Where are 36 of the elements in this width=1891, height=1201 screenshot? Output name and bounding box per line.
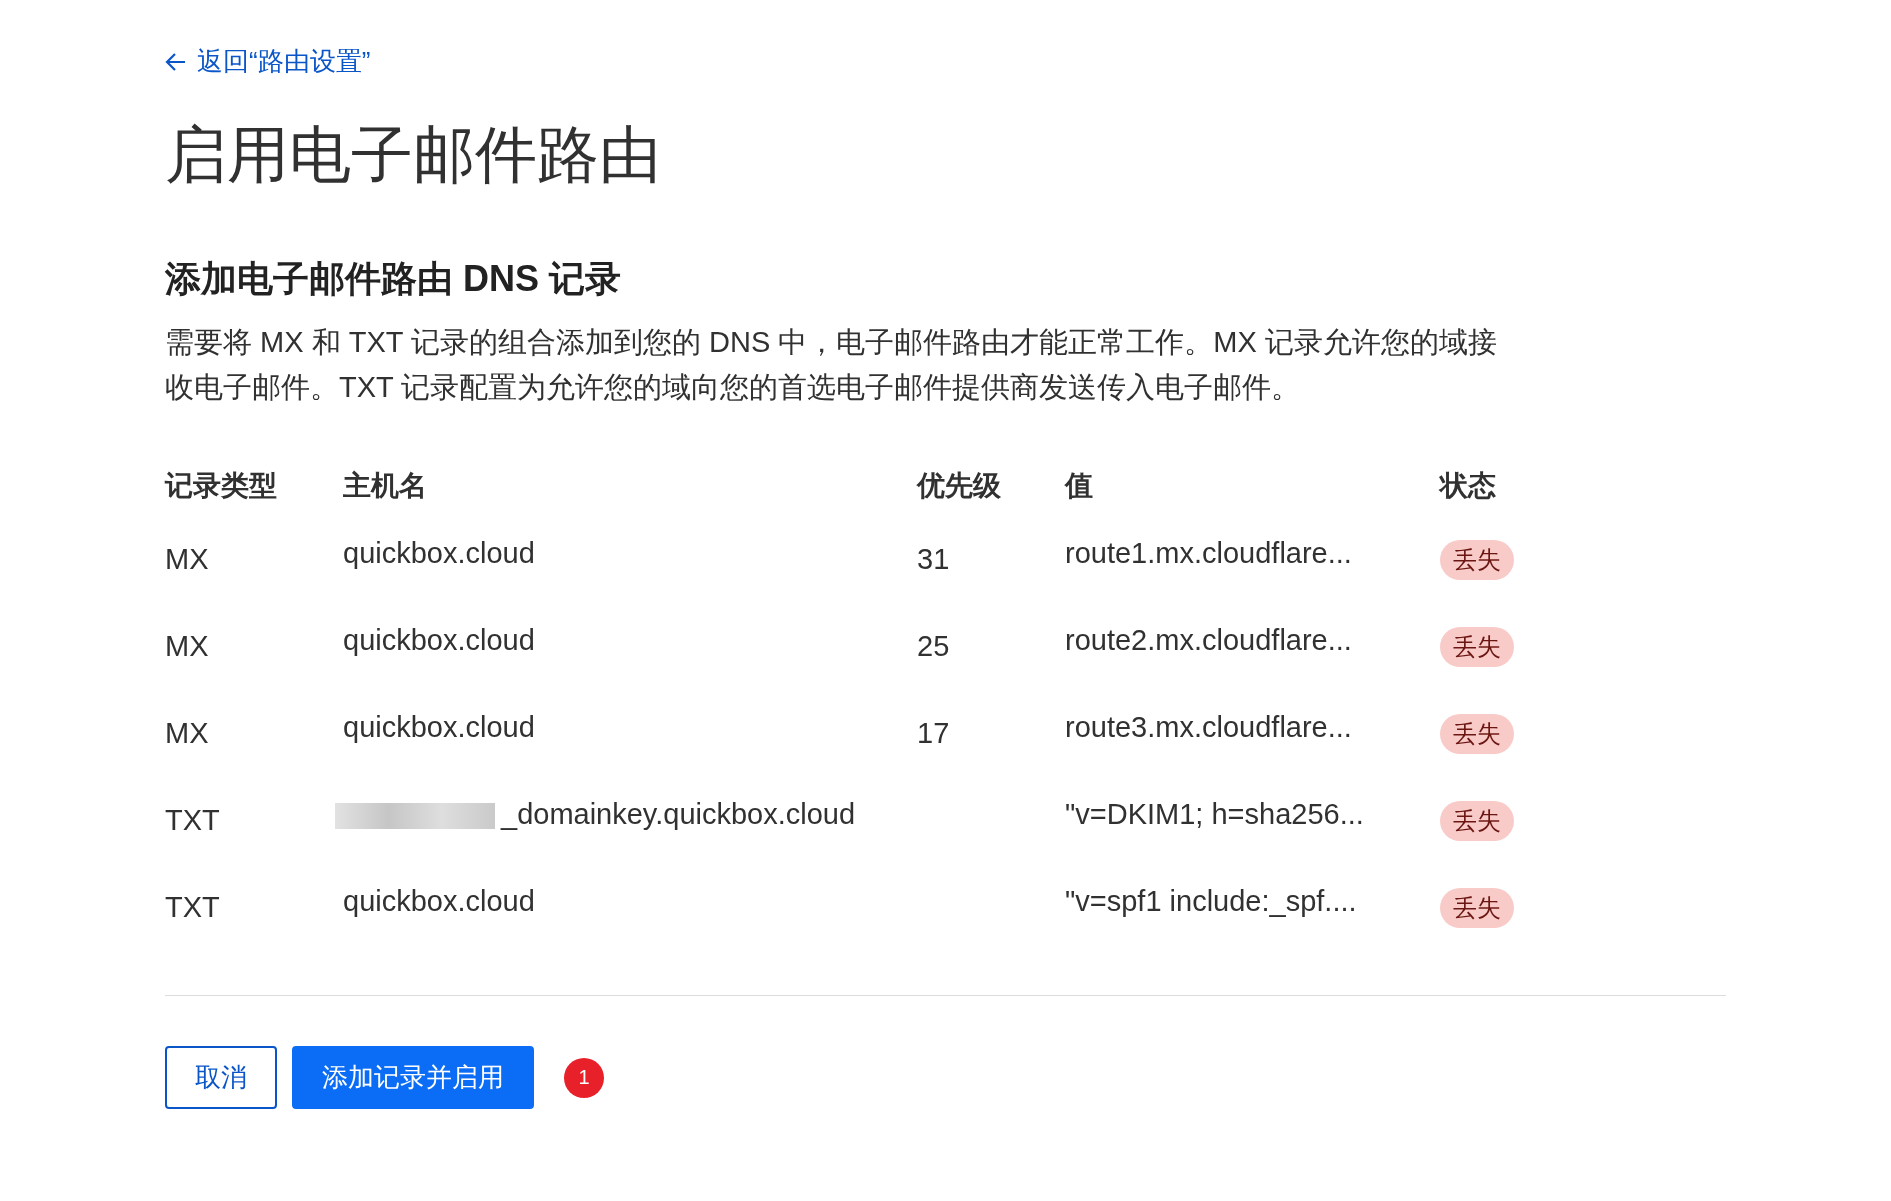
record-value: route2.mx.cloudflare... <box>1065 624 1352 656</box>
priority: 17 <box>917 717 950 749</box>
column-header: 优先级 <box>917 470 1001 501</box>
record-type: TXT <box>165 891 220 923</box>
cancel-button[interactable]: 取消 <box>165 1046 277 1109</box>
notification-badge: 1 <box>564 1057 604 1098</box>
record-type: MX <box>165 543 209 575</box>
record-value: route3.mx.cloudflare... <box>1065 711 1352 743</box>
record-value: route1.mx.cloudflare... <box>1065 537 1352 569</box>
back-arrow-icon <box>165 51 187 72</box>
record-type: MX <box>165 630 209 662</box>
priority: 31 <box>917 543 950 575</box>
record-type: TXT <box>165 804 220 836</box>
page-title: 启用电子邮件路由 <box>165 119 662 191</box>
hostname: quickbox.cloud <box>343 711 535 743</box>
status-badge: 丢失 <box>1440 887 1514 928</box>
record-value: "v=spf1 include:_spf.... <box>1065 885 1357 917</box>
hostname: _domainkey.quickbox.cloud <box>501 798 856 830</box>
status-badge: 丢失 <box>1440 800 1514 841</box>
record-value: "v=DKIM1; h=sha256... <box>1065 798 1364 830</box>
section-heading: 添加电子邮件路由 DNS 记录 <box>165 257 622 301</box>
status-badge: 丢失 <box>1440 713 1514 754</box>
column-header: 状态 <box>1440 470 1496 501</box>
section-description: 需要将 MX 和 TXT 记录的组合添加到您的 DNS 中，电子邮件路由才能正常工作。MX 记录允许您的域接收电子邮件。TXT 记录配置为允许您的域向您的首选电子邮件提供商发送传入电子邮件。 <box>165 325 1498 405</box>
enable-button[interactable]: 添加记录并启用 <box>292 1046 534 1109</box>
column-header: 记录类型 <box>165 470 277 501</box>
column-header: 主机名 <box>343 470 427 501</box>
column-header: 值 <box>1065 470 1093 501</box>
hostname: quickbox.cloud <box>343 537 535 569</box>
priority: 25 <box>917 630 950 662</box>
hostname: quickbox.cloud <box>343 624 535 656</box>
status-badge: 丢失 <box>1440 539 1514 580</box>
status-badge: 丢失 <box>1440 626 1514 667</box>
back-link[interactable]: 返回“路由设置” <box>165 44 371 79</box>
record-type: MX <box>165 717 209 749</box>
hostname: quickbox.cloud <box>343 885 535 917</box>
